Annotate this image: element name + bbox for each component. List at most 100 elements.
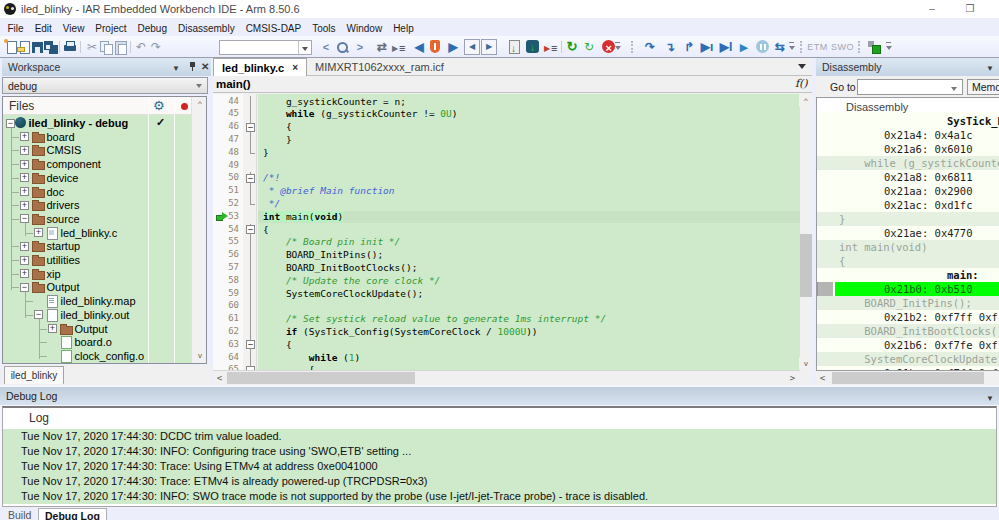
breakpoint-dot-icon[interactable] bbox=[181, 103, 188, 110]
scroll-up-icon[interactable]: ^ bbox=[193, 97, 207, 110]
tree-item-output[interactable]: +Output bbox=[3, 322, 190, 336]
workspace-config-dropdown[interactable]: debug bbox=[2, 77, 208, 94]
pack-icon[interactable] bbox=[866, 39, 882, 55]
undo-icon[interactable]: ↶ bbox=[133, 39, 149, 55]
prev-bookmark-icon[interactable]: ◀ bbox=[464, 39, 480, 55]
editor-horizontal-scrollbar[interactable]: < > bbox=[213, 370, 800, 384]
search-icon[interactable] bbox=[334, 39, 350, 55]
next-statement-icon[interactable]: ▶I bbox=[718, 39, 734, 55]
next-bookmark-icon[interactable]: ▶ bbox=[481, 39, 497, 55]
toggle-breakpoint-icon[interactable] bbox=[391, 39, 407, 55]
download-and-debug-icon[interactable] bbox=[427, 39, 443, 55]
print-icon[interactable] bbox=[62, 39, 78, 55]
go-icon[interactable]: ▶ bbox=[736, 39, 752, 55]
workspace-close-icon[interactable]: ✕ bbox=[201, 61, 209, 72]
maximize-button[interactable]: ❐ bbox=[963, 2, 977, 15]
attach-running-icon[interactable] bbox=[543, 39, 559, 55]
disassembly-hscroll-thumb[interactable] bbox=[832, 372, 984, 384]
restart-icon[interactable]: ↻ bbox=[581, 39, 597, 55]
goto-input[interactable] bbox=[857, 79, 963, 95]
tree-item-board[interactable]: +board bbox=[3, 130, 190, 144]
scroll-down-icon[interactable]: v bbox=[193, 349, 207, 362]
collapse-icon[interactable]: − bbox=[20, 283, 29, 292]
toolbar-overflow-icon[interactable] bbox=[789, 42, 796, 52]
expand-icon[interactable]: + bbox=[20, 269, 29, 278]
tree-item-cmsis[interactable]: +CMSIS bbox=[3, 143, 190, 157]
continue-icon[interactable]: ↻ bbox=[564, 39, 580, 55]
redo-icon[interactable]: ↷ bbox=[148, 39, 164, 55]
expand-icon[interactable]: + bbox=[20, 201, 29, 210]
expand-icon[interactable]: + bbox=[20, 242, 29, 251]
tree-item-doc[interactable]: +doc bbox=[3, 185, 190, 199]
break-icon[interactable] bbox=[755, 39, 771, 55]
editor-tab-led-blinky-c[interactable]: led_blinky.c× bbox=[213, 58, 307, 76]
scroll-down-icon[interactable]: v bbox=[799, 357, 813, 370]
tree-item-component[interactable]: +component bbox=[3, 157, 190, 171]
tree-item-source[interactable]: −source bbox=[3, 212, 190, 226]
minimize-button[interactable]: – bbox=[925, 2, 939, 15]
disassembly-menu-icon[interactable]: ▼ bbox=[986, 64, 994, 73]
status-tab-build[interactable]: Build bbox=[2, 508, 37, 520]
tree-item-drivers[interactable]: +drivers bbox=[3, 198, 190, 212]
paste-icon[interactable] bbox=[112, 39, 128, 55]
step-into-icon[interactable]: ↱ bbox=[681, 39, 697, 55]
step-out-icon[interactable]: ▶ı bbox=[699, 39, 715, 55]
expand-icon[interactable]: + bbox=[20, 146, 29, 155]
nav-swap-icon[interactable]: ⇄ bbox=[374, 39, 390, 55]
disassembly-view[interactable]: Disassembly SysTick_DelayTicks:0x21a4: 0… bbox=[816, 97, 999, 371]
collapse-icon[interactable]: − bbox=[34, 310, 43, 319]
scroll-left-icon[interactable]: < bbox=[213, 372, 226, 384]
save-all-icon[interactable] bbox=[43, 39, 59, 55]
disassembly-horizontal-scrollbar[interactable]: < bbox=[816, 371, 999, 385]
tree-item-output[interactable]: −Output bbox=[3, 280, 190, 294]
tree-item-iled-blinky-out[interactable]: −iled_blinky.out bbox=[3, 308, 190, 322]
tree-item-led-blinky-c[interactable]: +led_blinky.c bbox=[3, 226, 190, 240]
nav-forward-icon[interactable]: ▶ bbox=[445, 39, 461, 55]
expand-icon[interactable]: + bbox=[34, 228, 43, 237]
toolbar-overflow-icon[interactable] bbox=[886, 42, 893, 52]
expand-icon[interactable]: + bbox=[20, 187, 29, 196]
expand-icon[interactable]: + bbox=[20, 132, 29, 141]
function-list-icon[interactable]: f() bbox=[795, 77, 808, 90]
swo-button[interactable]: SWO bbox=[831, 41, 854, 54]
debug-log-menu-icon[interactable]: ▼ bbox=[986, 394, 994, 403]
editor-vscroll-thumb[interactable] bbox=[800, 234, 812, 297]
tree-item-iled-blinky-debug[interactable]: −iled_blinky - debug✓ bbox=[3, 116, 190, 130]
download-file-icon[interactable] bbox=[506, 39, 522, 55]
workspace-menu-icon[interactable]: ▼ bbox=[172, 64, 180, 73]
nav-back-icon[interactable]: ◀ bbox=[411, 39, 427, 55]
memory-button[interactable]: Memory bbox=[967, 79, 999, 95]
fold-collapse-icon[interactable]: − bbox=[246, 225, 255, 234]
reset-icon[interactable]: ↷ bbox=[642, 39, 658, 55]
expand-icon[interactable]: + bbox=[20, 256, 29, 265]
tree-item-startup[interactable]: +startup bbox=[3, 239, 190, 253]
download-active-icon[interactable] bbox=[525, 39, 541, 55]
files-tree-scrollbar[interactable]: ^ v bbox=[191, 97, 207, 363]
status-tab-debug-log[interactable]: Debug Log bbox=[38, 508, 107, 520]
stop-debug-icon[interactable] bbox=[601, 39, 617, 55]
code-editor[interactable]: 44 g_systickCounter = n;45 while (g_syst… bbox=[213, 94, 800, 370]
expand-icon[interactable]: + bbox=[48, 324, 57, 333]
etm-button[interactable]: ETM bbox=[806, 41, 829, 54]
expand-icon[interactable]: + bbox=[20, 173, 29, 182]
find-prev-icon[interactable]: < bbox=[318, 39, 334, 55]
fold-collapse-icon[interactable]: − bbox=[246, 123, 255, 132]
scroll-up-icon[interactable]: ^ bbox=[799, 94, 813, 107]
workspace-tab-iled-blinky[interactable]: iled_blinky bbox=[4, 366, 64, 384]
expand-icon[interactable]: + bbox=[20, 160, 29, 169]
editor-hscroll-thumb[interactable] bbox=[227, 372, 415, 384]
tree-item-device[interactable]: +device bbox=[3, 171, 190, 185]
tree-item-utilities[interactable]: +utilities bbox=[3, 253, 190, 267]
step-over-icon[interactable]: ↴ bbox=[662, 39, 678, 55]
tab-close-icon[interactable]: × bbox=[292, 62, 298, 73]
editor-vertical-scrollbar[interactable]: ^ v bbox=[800, 94, 812, 370]
reset-target-icon[interactable]: ⇆ bbox=[772, 39, 788, 55]
scroll-left-icon[interactable]: < bbox=[816, 372, 829, 384]
tree-item-clock-config-o[interactable]: clock_config.o bbox=[3, 349, 190, 363]
tree-item-board-o[interactable]: board.o bbox=[3, 335, 190, 349]
find-next-icon[interactable]: > bbox=[352, 39, 368, 55]
toolbar-search-dropdown[interactable] bbox=[298, 40, 312, 55]
fold-collapse-icon[interactable]: − bbox=[246, 340, 255, 349]
fold-collapse-icon[interactable]: − bbox=[246, 174, 255, 183]
gear-icon[interactable]: ⚙ bbox=[153, 98, 165, 113]
